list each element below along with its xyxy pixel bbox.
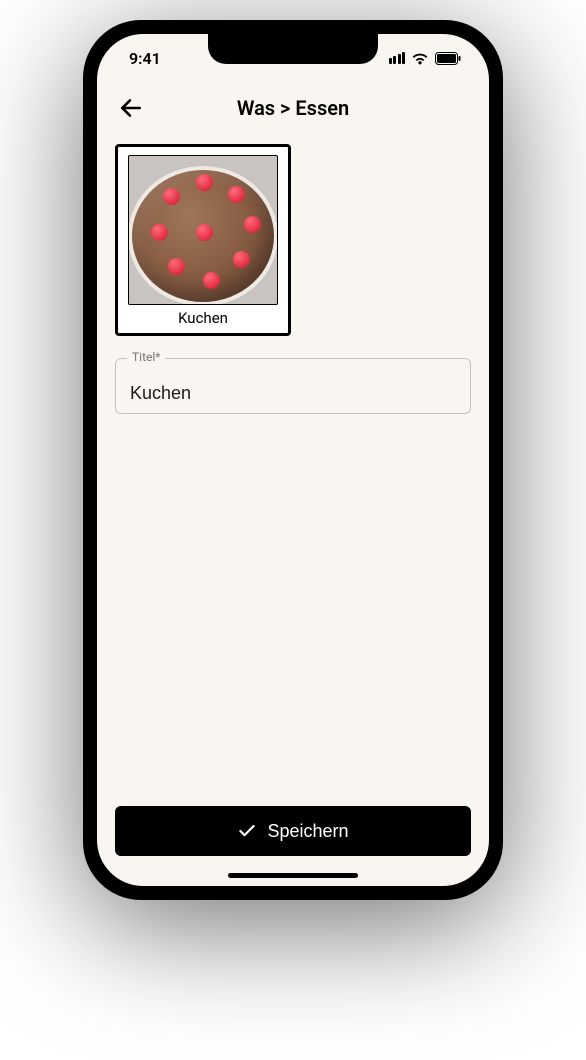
app-header: Was > Essen <box>97 82 489 138</box>
arrow-left-icon <box>118 95 144 121</box>
item-card-label: Kuchen <box>178 305 228 329</box>
device-frame: 9:41 Was > Essen <box>83 20 503 900</box>
battery-icon <box>435 52 461 65</box>
status-time: 9:41 <box>129 49 161 68</box>
breadcrumb: Was > Essen <box>237 96 349 120</box>
cellular-icon <box>389 52 406 64</box>
save-button[interactable]: Speichern <box>115 806 471 856</box>
back-button[interactable] <box>115 92 147 124</box>
item-thumbnail <box>128 155 278 305</box>
screen: 9:41 Was > Essen <box>97 34 489 886</box>
status-indicators <box>389 52 462 65</box>
check-icon <box>237 821 257 841</box>
title-input[interactable] <box>115 358 471 414</box>
wifi-icon <box>411 52 429 65</box>
title-field: Titel* <box>115 358 471 414</box>
save-button-label: Speichern <box>267 821 348 842</box>
title-field-label: Titel* <box>127 350 165 364</box>
home-indicator[interactable] <box>228 873 358 878</box>
item-card[interactable]: Kuchen <box>115 144 291 336</box>
notch <box>208 34 378 64</box>
main-content: Kuchen Titel* <box>97 138 489 806</box>
